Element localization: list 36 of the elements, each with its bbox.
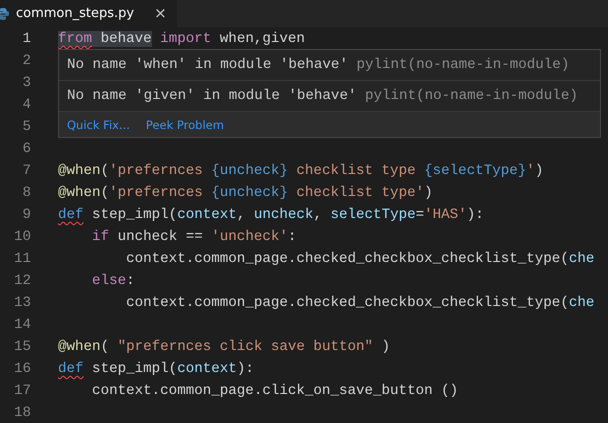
line-number: 7 xyxy=(21,163,31,179)
code-line: @when('prefernces {uncheck} checklist type {selectType}') xyxy=(58,163,544,179)
line-number: 18 xyxy=(12,405,31,421)
line-number: 4 xyxy=(21,97,31,113)
code-line: @when('prefernces {uncheck} checklist type') xyxy=(58,185,433,201)
action-link[interactable]: Quick Fix... xyxy=(67,118,130,132)
line-number: 6 xyxy=(21,141,31,157)
code-line: context.common_page.checked_checkbox_checklist_type(che xyxy=(125,251,594,267)
code-line: @when( "prefernces click save button" ) xyxy=(58,339,390,355)
code-line: def step_impl(context, uncheck, selectType='HAS'): xyxy=(58,207,484,223)
line-number: 14 xyxy=(12,317,31,333)
code-line: if uncheck == 'uncheck': xyxy=(91,229,296,245)
tab-label: common_steps.py xyxy=(16,6,134,21)
line-number: 9 xyxy=(21,207,31,223)
line-number: 8 xyxy=(21,185,31,201)
close-button[interactable]: × xyxy=(154,6,167,21)
python-file-icon xyxy=(0,6,10,20)
code-line: from behave import when,given xyxy=(58,31,305,47)
line-number: 15 xyxy=(12,339,31,355)
line-number: 10 xyxy=(12,229,31,245)
line-number: 16 xyxy=(12,361,31,377)
code-line: context.common_page.click_on_save_button () xyxy=(91,383,458,399)
code-line: else: xyxy=(91,273,135,289)
problem-message: No name 'when' in module 'behave' pylint(no-name-in-module) xyxy=(59,50,600,81)
line-number: 2 xyxy=(21,53,31,69)
line-number: 11 xyxy=(12,251,31,267)
line-number: 5 xyxy=(21,119,31,135)
line-number: 13 xyxy=(12,295,31,311)
code-line: def step_impl(context): xyxy=(58,361,254,377)
line-number: 3 xyxy=(21,75,31,91)
action-link[interactable]: Peek Problem xyxy=(146,118,224,132)
line-number: 17 xyxy=(12,383,31,399)
code-line: context.common_page.checked_checkbox_checklist_type(che xyxy=(125,295,594,311)
line-number: 12 xyxy=(12,273,31,289)
line-number: 1 xyxy=(21,31,31,47)
editor-tab[interactable]: common_steps.py × xyxy=(0,0,177,27)
